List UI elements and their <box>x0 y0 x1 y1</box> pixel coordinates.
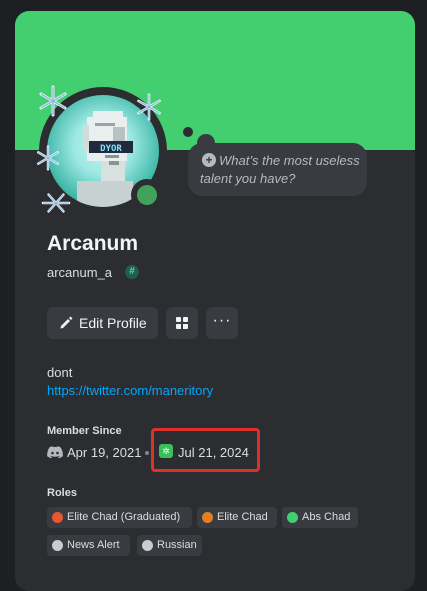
discord-icon <box>47 446 63 459</box>
thought-bubble-dot <box>183 127 193 137</box>
role-chip[interactable]: Elite Chad (Graduated) <box>47 507 192 528</box>
more-icon: ··· <box>212 312 232 329</box>
server-member-date: Jul 21, 2024 <box>178 445 249 460</box>
snowflake-icon <box>137 93 161 121</box>
role-label: News Alert <box>67 539 120 551</box>
role-color-dot <box>202 512 213 523</box>
role-chip[interactable]: Abs Chad <box>282 507 358 528</box>
online-status-dot <box>137 185 157 205</box>
role-chip[interactable]: Russian <box>137 535 202 556</box>
pencil-icon <box>60 316 73 329</box>
role-chip[interactable]: Elite Chad <box>197 507 277 528</box>
snowflake-icon <box>37 145 59 171</box>
gift-shop-icon <box>176 317 188 329</box>
role-label: Abs Chad <box>302 511 351 523</box>
hash-badge-icon[interactable]: # <box>125 265 139 279</box>
role-label: Russian <box>157 539 197 551</box>
bio-text: dont <box>47 365 73 380</box>
role-label: Elite Chad (Graduated) <box>67 511 181 523</box>
role-color-dot <box>52 540 63 551</box>
avatar-ring[interactable]: DYOR <box>37 85 167 215</box>
role-color-dot <box>287 512 298 523</box>
server-icon: ✲ <box>159 444 173 458</box>
edit-profile-button[interactable]: Edit Profile <box>47 307 158 339</box>
snowflake-icon <box>41 193 71 213</box>
bio-link[interactable]: https://twitter.com/maneritory <box>47 383 213 398</box>
more-options-button[interactable]: ··· <box>206 307 238 339</box>
nitro-boost-button[interactable] <box>166 307 198 339</box>
member-since-title: Member Since <box>47 425 122 437</box>
role-color-dot <box>52 512 63 523</box>
display-name: Arcanum <box>47 232 139 255</box>
status-indicator <box>131 179 163 211</box>
status-prompt: What’s the most useless talent you have? <box>200 153 360 186</box>
snowflake-icon <box>39 85 67 117</box>
avatar-glasses-text: DYOR <box>100 144 122 154</box>
separator-dot <box>145 451 149 455</box>
discord-member-date: Apr 19, 2021 <box>67 445 142 460</box>
role-label: Elite Chad <box>217 511 268 523</box>
profile-card: DYOR + What’s the most useless talent yo… <box>15 11 415 591</box>
edit-profile-label: Edit Profile <box>79 315 147 331</box>
username: arcanum_a <box>47 265 113 280</box>
role-color-dot <box>142 540 153 551</box>
custom-status-bubble[interactable]: + What’s the most useless talent you hav… <box>188 143 367 196</box>
roles-title: Roles <box>47 487 77 499</box>
role-chip[interactable]: News Alert <box>47 535 130 556</box>
